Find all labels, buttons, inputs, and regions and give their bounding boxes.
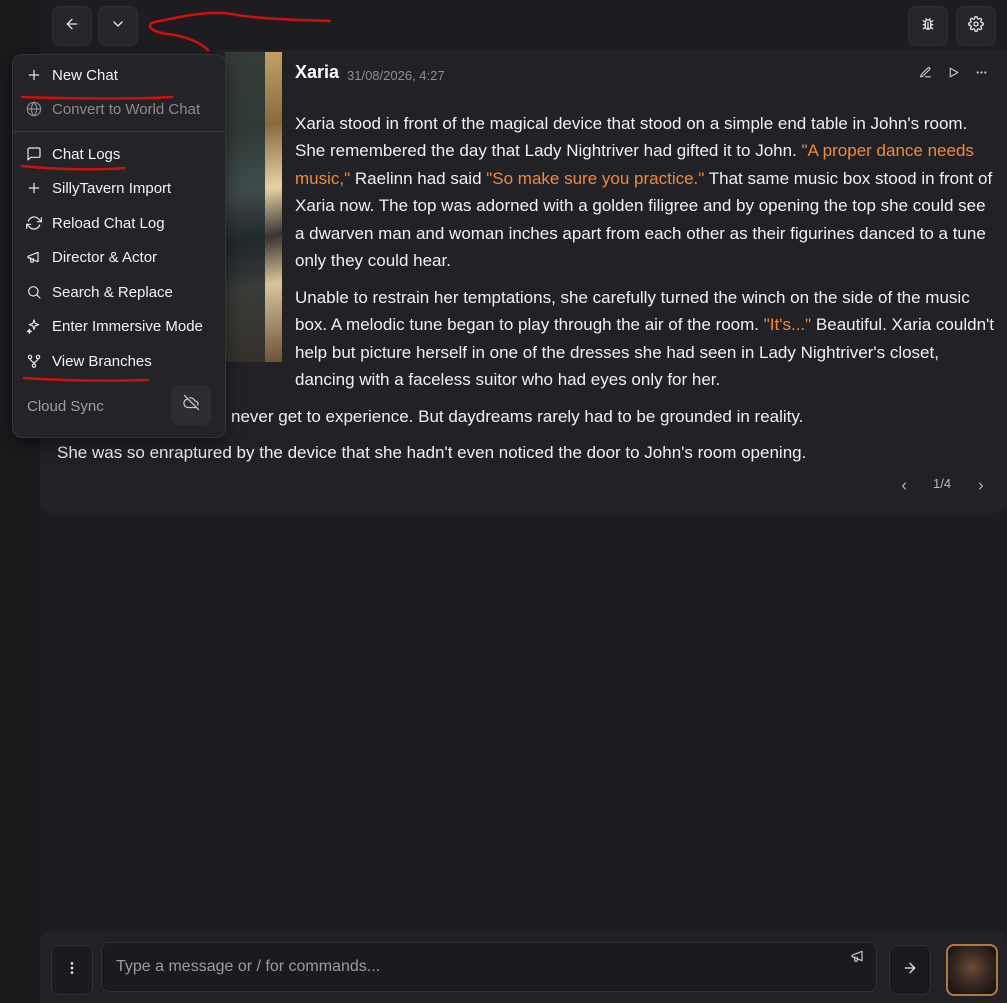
gear-icon (968, 15, 984, 37)
message-paragraph-1: Xaria stood in front of the magical devi… (295, 110, 995, 274)
megaphone-icon[interactable] (850, 948, 868, 966)
refresh-icon (25, 214, 43, 232)
arrow-right-icon (902, 960, 918, 981)
menu-item-label: Search & Replace (52, 283, 173, 301)
character-name: Xaria (295, 62, 340, 82)
back-button[interactable] (52, 6, 92, 46)
play-icon[interactable] (945, 64, 961, 80)
menu-item-search-replace[interactable]: Search & Replace (25, 279, 173, 305)
git-branch-icon (25, 352, 43, 370)
input-options-button[interactable] (51, 945, 93, 995)
menu-item-label: Reload Chat Log (52, 214, 165, 232)
menu-item-chat-logs[interactable]: Chat Logs (25, 141, 120, 167)
menu-item-new-chat[interactable]: New Chat (25, 62, 118, 88)
menu-item-sillytavern-import[interactable]: SillyTavern Import (25, 175, 171, 201)
bug-icon (920, 16, 936, 37)
menu-item-label: New Chat (52, 66, 118, 84)
chat-options-menu: New Chat Convert to World Chat Chat Logs… (12, 54, 226, 438)
character-portrait[interactable] (225, 52, 282, 362)
prev-swipe-button[interactable] (897, 478, 911, 494)
menu-item-director-actor[interactable]: Director & Actor (25, 244, 157, 270)
sparkles-icon (25, 317, 43, 335)
plus-icon (25, 66, 43, 84)
message-text: Raelinn had said (350, 168, 487, 188)
menu-item-label: SillyTavern Import (52, 179, 172, 197)
message-paragraph-2: Unable to restrain her temptations, she … (295, 284, 1000, 394)
menu-item-immersive-mode[interactable]: Enter Immersive Mode (25, 313, 203, 339)
menu-item-view-branches[interactable]: View Branches (25, 348, 152, 374)
user-avatar[interactable] (946, 944, 998, 996)
arrow-left-icon (64, 16, 80, 37)
search-icon (25, 283, 43, 301)
menu-item-reload-chat-log[interactable]: Reload Chat Log (25, 210, 165, 236)
plus-icon (25, 179, 43, 197)
message-paragraph-2-tail: never get to experience. But daydreams r… (231, 407, 804, 426)
swipe-counter: 1/4 (933, 476, 952, 491)
dialogue-quote: "It's..." (763, 315, 812, 335)
chat-message-input[interactable] (101, 942, 877, 992)
cloud-sync-toggle[interactable] (171, 385, 211, 425)
more-icon[interactable] (973, 64, 989, 80)
portrait-hair (225, 52, 265, 362)
settings-button[interactable] (956, 6, 996, 46)
menu-item-label: Convert to World Chat (52, 100, 201, 118)
menu-item-convert-to-world-chat[interactable]: Convert to World Chat (25, 96, 200, 122)
menu-item-label: Director & Actor (52, 248, 158, 266)
menu-item-label: View Branches (52, 352, 152, 370)
more-vertical-icon (64, 960, 80, 981)
globe-icon (25, 100, 43, 118)
message-timestamp: 31/08/2026, 4:27 (347, 68, 445, 83)
next-swipe-button[interactable] (974, 478, 988, 494)
edit-icon[interactable] (917, 64, 933, 80)
menu-item-label: Chat Logs (52, 145, 121, 163)
menu-divider (13, 131, 225, 132)
menu-item-label: Enter Immersive Mode (52, 317, 203, 335)
chat-menu-dropdown-button[interactable] (98, 6, 138, 46)
cloud-sync-label: Cloud Sync (27, 398, 104, 415)
dialogue-quote: "So make sure you practice." (486, 168, 705, 188)
cloud-off-icon (182, 394, 200, 416)
message-paragraph-3: She was so enraptured by the device that… (57, 443, 807, 462)
message-square-icon (25, 145, 43, 163)
debug-button[interactable] (908, 6, 948, 46)
send-button[interactable] (889, 945, 931, 995)
megaphone-icon (25, 248, 43, 266)
chevron-down-icon (110, 16, 126, 37)
